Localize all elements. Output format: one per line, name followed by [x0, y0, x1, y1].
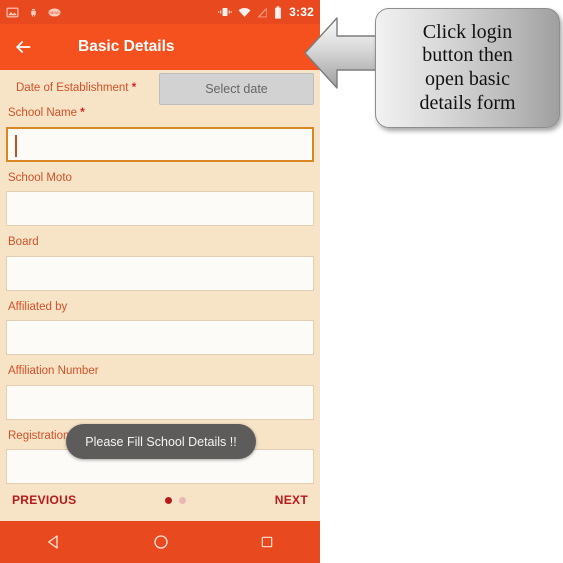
- status-bar: NEWS 3:32: [0, 0, 320, 24]
- school-moto-label: School Moto: [8, 171, 72, 184]
- school-name-label: School Name *: [8, 107, 85, 119]
- android-nav-bar: [0, 521, 320, 563]
- android-robot-icon: [31, 8, 36, 17]
- select-date-button[interactable]: Select date: [159, 73, 314, 105]
- callout-text: Click login button then open basic detai…: [419, 20, 516, 114]
- previous-button[interactable]: PREVIOUS: [12, 493, 76, 507]
- news-icon: NEWS: [48, 8, 61, 16]
- nav-back-triangle-icon[interactable]: [45, 533, 63, 551]
- affiliation-number-input[interactable]: [6, 384, 314, 420]
- battery-icon: [275, 5, 282, 19]
- nav-recents-square-icon[interactable]: [259, 534, 275, 550]
- page-indicator-dots: [165, 496, 187, 504]
- school-name-input[interactable]: [6, 126, 314, 162]
- school-moto-input[interactable]: [6, 191, 314, 226]
- text-caret: [15, 134, 17, 157]
- wifi-icon: [238, 7, 251, 17]
- back-arrow-icon[interactable]: [0, 37, 46, 57]
- affiliated-by-label: Affiliated by: [8, 300, 68, 313]
- board-input[interactable]: [6, 255, 314, 291]
- form-pager: PREVIOUS NEXT: [0, 485, 320, 515]
- svg-text:NEWS: NEWS: [49, 11, 60, 15]
- callout-box: Click login button then open basic detai…: [375, 8, 560, 128]
- phone-screen: NEWS 3:32 Basic Details Date of Establis…: [0, 0, 320, 563]
- page-dot-active[interactable]: [165, 496, 173, 504]
- board-label: Board: [8, 236, 39, 248]
- affiliation-number-label: Affiliation Number: [8, 365, 99, 377]
- page-dot-inactive[interactable]: [179, 496, 187, 504]
- image-icon: [6, 7, 19, 17]
- status-bar-left-icons: NEWS: [6, 6, 61, 19]
- date-of-establishment-row: Date of Establishment * Select date: [0, 70, 320, 108]
- page-title: Basic Details: [78, 38, 175, 55]
- app-bar: Basic Details: [0, 24, 320, 70]
- nav-home-circle-icon[interactable]: [152, 533, 170, 551]
- signal-off-icon: [257, 7, 267, 17]
- affiliated-by-input[interactable]: [6, 320, 314, 355]
- date-of-establishment-label: Date of Establishment *: [16, 82, 137, 95]
- next-button[interactable]: NEXT: [275, 493, 308, 507]
- toast-message: Please Fill School Details !!: [66, 424, 256, 459]
- vibrate-icon: [218, 8, 232, 16]
- status-bar-right-icons: 3:32: [218, 5, 314, 19]
